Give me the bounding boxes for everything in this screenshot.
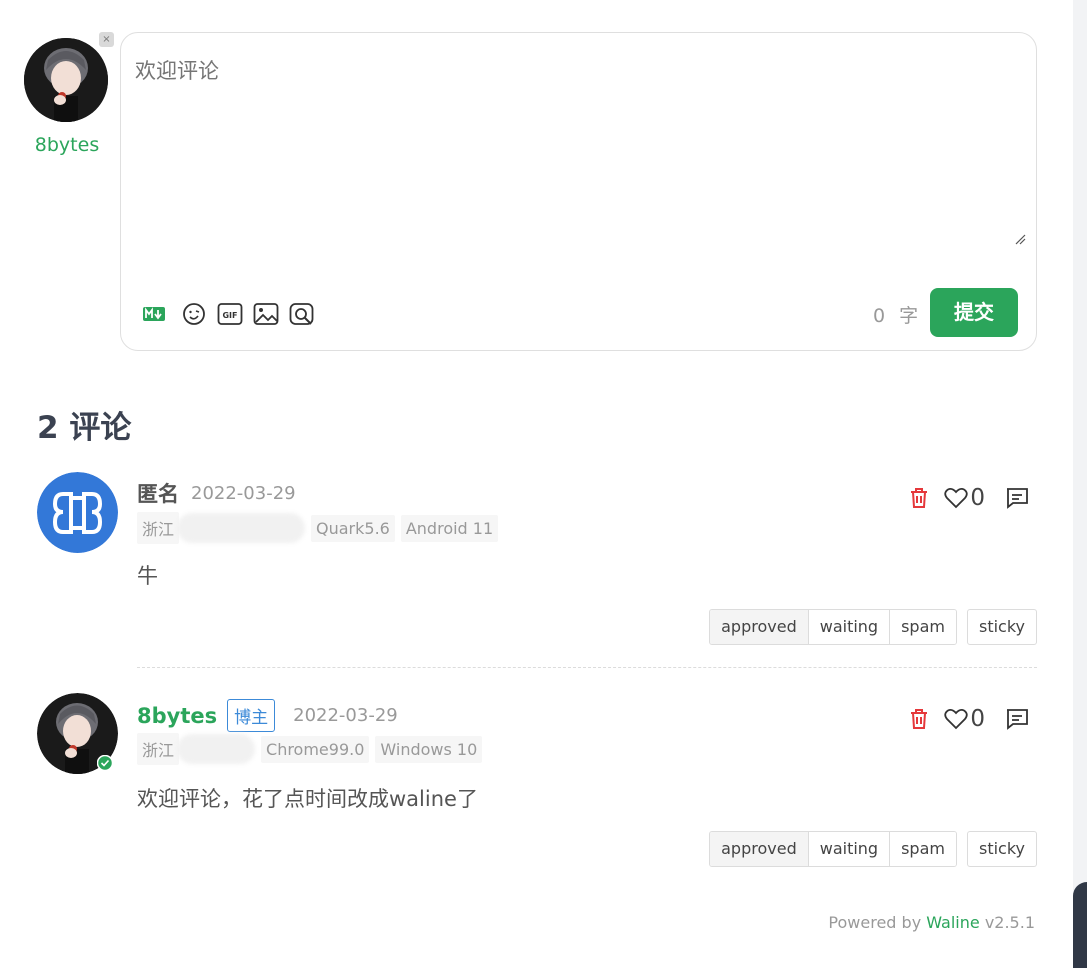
word-counter: 0字 (873, 301, 920, 328)
resize-grip-icon[interactable] (1014, 233, 1026, 245)
delete-icon[interactable] (908, 486, 930, 510)
comment-nickname: 匿名 (137, 482, 179, 506)
footer-prefix: Powered by (828, 913, 927, 932)
meta-os: Windows 10 (375, 735, 483, 763)
status-approved-button[interactable]: approved (710, 610, 809, 644)
footer-version: v2.5.1 (979, 913, 1035, 932)
like-count: 0 (970, 485, 985, 511)
user-avatar[interactable] (24, 38, 108, 122)
markdown-icon[interactable] (141, 301, 167, 327)
background-corner (1073, 882, 1087, 968)
comment-content: 牛 (137, 564, 158, 588)
comment-meta: 浙江 Quark5.6 Android 11 (137, 512, 499, 544)
status-waiting-button[interactable]: waiting (808, 610, 891, 644)
comment-count-title: 2 评论 (37, 410, 132, 446)
waline-link[interactable]: Waline (926, 913, 979, 932)
comment-nickname[interactable]: 8bytes (137, 704, 217, 728)
emoji-icon[interactable] (181, 301, 207, 327)
login-nickname[interactable]: 8bytes (24, 134, 110, 156)
comment-content: 欢迎评论，花了点时间改成waline了 (137, 787, 478, 811)
heart-icon (944, 709, 969, 730)
reply-icon[interactable] (1005, 487, 1029, 509)
like-button[interactable]: 0 (944, 706, 985, 732)
comment-item: 匿名 2022-03-29 浙江 Quark5.6 Android 11 牛 0… (37, 472, 1037, 652)
meta-location: 浙江 (137, 512, 180, 544)
comment-actions: 0 (908, 485, 1029, 511)
delete-icon[interactable] (908, 707, 930, 731)
word-count-value: 0 (873, 305, 888, 327)
comment-widget: 8bytes × GIF 0字 提交 (0, 0, 1073, 962)
comment-actions: 0 (908, 706, 1029, 732)
admin-badge: 博主 (227, 699, 276, 732)
comment-time: 2022-03-29 (191, 482, 296, 504)
page-right-edge (1073, 0, 1087, 968)
like-button[interactable]: 0 (944, 485, 985, 511)
meta-browser: Chrome99.0 (261, 735, 370, 763)
comment-time: 2022-03-29 (293, 705, 398, 726)
logout-button[interactable]: × (99, 32, 114, 47)
sticky-button[interactable]: sticky (966, 831, 1037, 867)
heart-icon (944, 488, 969, 509)
redacted-ip (177, 513, 306, 543)
comment-editor-panel: GIF 0字 提交 (120, 32, 1037, 351)
image-icon[interactable] (253, 301, 279, 327)
editor-toolbar: GIF (141, 299, 315, 329)
login-info: 8bytes (24, 38, 110, 156)
preview-icon[interactable] (289, 301, 315, 327)
reply-icon[interactable] (1005, 708, 1029, 730)
comment-divider (137, 667, 1037, 668)
comment-header: 匿名 2022-03-29 (137, 478, 296, 508)
status-spam-button[interactable]: spam (890, 610, 956, 644)
redacted-ip (177, 734, 256, 764)
comment-item: 8bytes 博主 2022-03-29 浙江 Chrome99.0 Windo… (37, 693, 1037, 873)
status-toggle: approved waiting spam (709, 831, 957, 867)
status-approved-button[interactable]: approved (710, 832, 809, 866)
sticky-button[interactable]: sticky (966, 609, 1037, 645)
like-count: 0 (970, 706, 985, 732)
status-spam-button[interactable]: spam (890, 832, 956, 866)
gif-icon[interactable]: GIF (217, 301, 243, 327)
submit-button[interactable]: 提交 (930, 288, 1018, 337)
comment-textarea[interactable] (135, 55, 1025, 250)
moderation-controls: approved waiting spam sticky (709, 831, 1037, 867)
powered-by-footer: Powered by Waline v2.5.1 (828, 913, 1035, 932)
svg-text:GIF: GIF (222, 311, 237, 320)
meta-os: Android 11 (400, 514, 499, 542)
moderation-controls: approved waiting spam sticky (709, 609, 1037, 645)
status-toggle: approved waiting spam (709, 609, 957, 645)
comment-avatar[interactable] (37, 472, 118, 553)
status-waiting-button[interactable]: waiting (808, 832, 891, 866)
comment-meta: 浙江 Chrome99.0 Windows 10 (137, 733, 483, 765)
verified-icon (97, 755, 113, 771)
meta-browser: Quark5.6 (311, 514, 395, 542)
comment-header: 8bytes 博主 2022-03-29 (137, 699, 398, 732)
word-count-unit: 字 (899, 305, 921, 327)
meta-location: 浙江 (137, 733, 180, 765)
